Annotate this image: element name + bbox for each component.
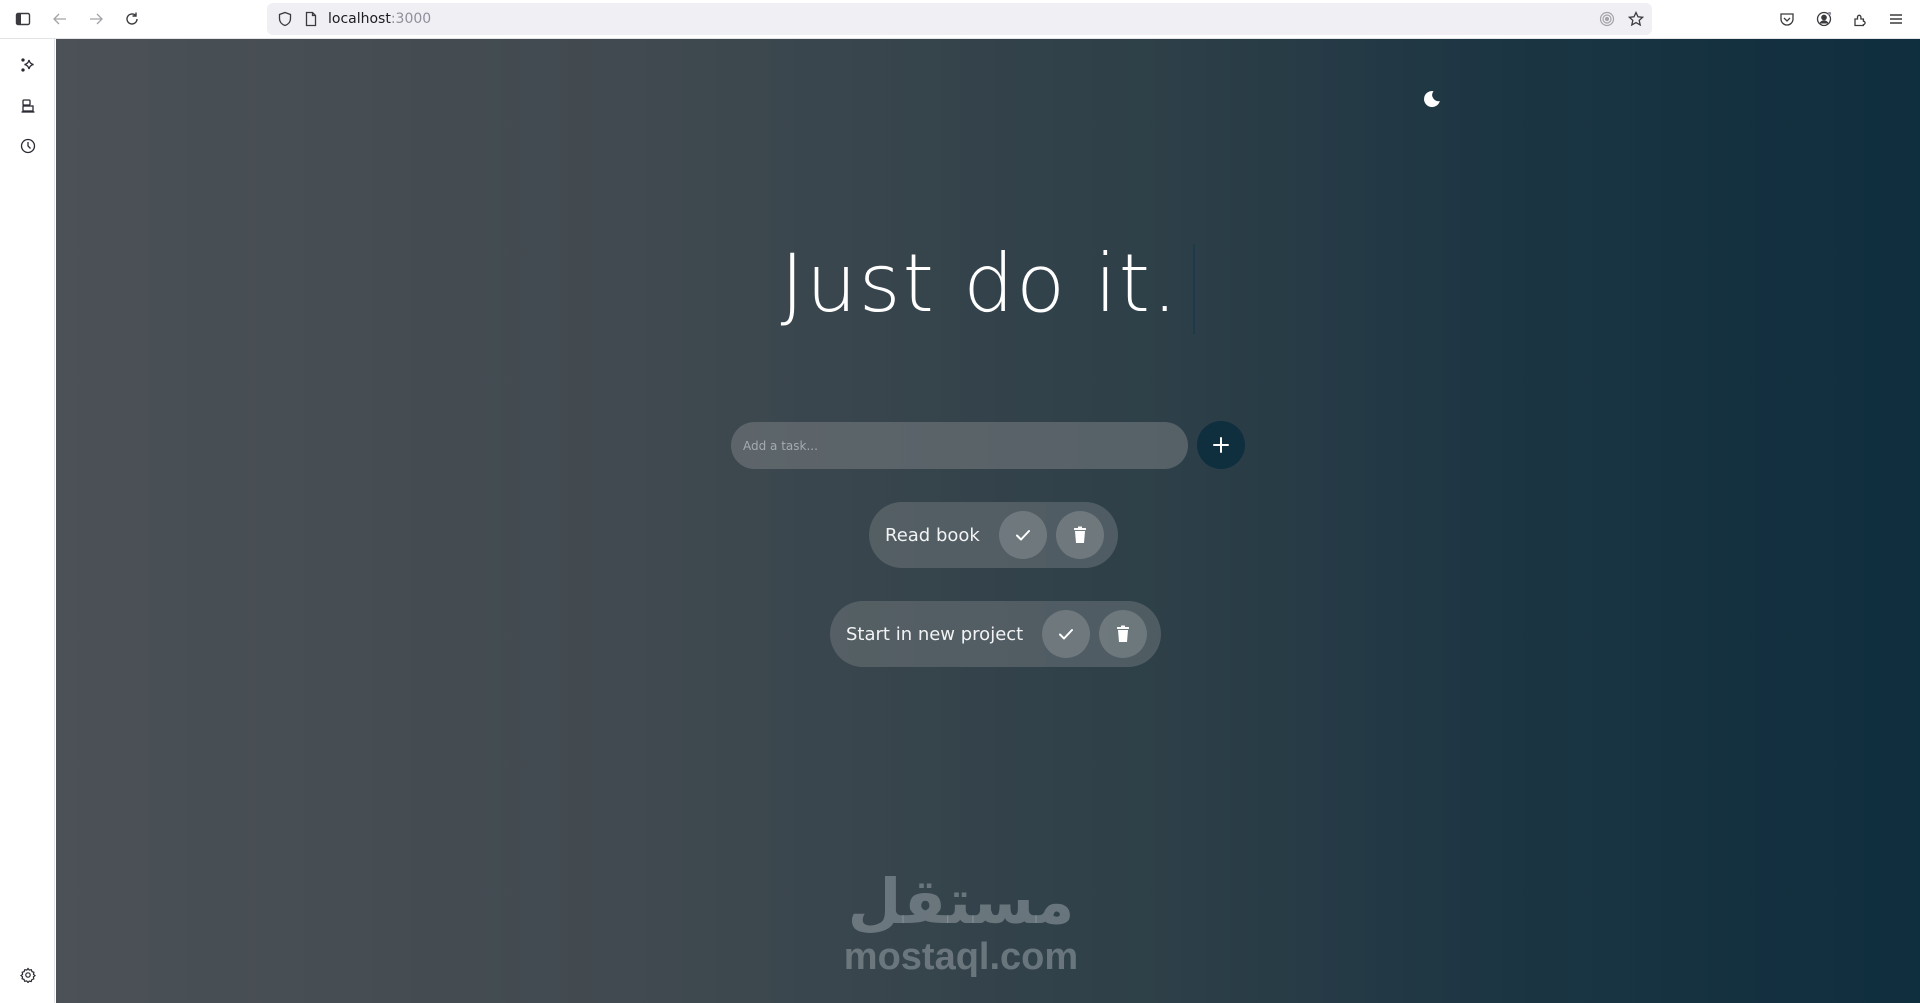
typing-cursor [1193,244,1196,334]
watermark-arabic: مستقل [847,865,1075,938]
add-task-form [731,421,1246,472]
moon-icon [1424,91,1440,108]
bookmark-star-icon[interactable] [1625,8,1647,30]
plus-icon [1213,437,1229,453]
task-label: Start in new project [846,623,1024,645]
trash-icon [1117,625,1130,642]
delete-task-button[interactable] [1055,511,1104,559]
back-icon[interactable] [49,8,71,30]
browser-toolbar: localhost:3000 [0,0,1920,39]
check-icon [1059,629,1074,640]
watermark-latin: mostaql.com [843,936,1079,978]
pocket-icon[interactable] [1776,8,1798,30]
history-icon[interactable] [17,135,39,157]
sidebar-toggle-icon[interactable] [12,8,34,30]
account-icon[interactable] [1813,8,1835,30]
complete-task-button[interactable] [1042,610,1091,658]
task-item: Start in new project [830,601,1162,667]
add-task-button[interactable] [1197,421,1245,469]
trash-icon [1073,526,1086,543]
check-icon [1015,530,1030,541]
app-main: Just do it. Read book Start in new proje… [56,39,1920,1003]
page-icon [300,8,322,30]
settings-icon[interactable] [17,964,39,986]
task-label: Read book [885,524,980,546]
task-input[interactable] [731,422,1188,469]
menu-icon[interactable] [1885,8,1907,30]
forward-icon[interactable] [85,8,107,30]
tracking-icon[interactable] [1596,8,1618,30]
extensions-icon[interactable] [1849,8,1871,30]
task-item: Read book [869,502,1118,568]
complete-task-button[interactable] [998,511,1047,559]
reload-icon[interactable] [121,8,143,30]
title-text: Just do it. [780,237,1180,330]
url-host: localhost [328,11,391,27]
address-bar[interactable]: localhost:3000 [267,3,1652,35]
page-title: Just do it. [56,234,1920,334]
delete-task-button[interactable] [1099,610,1148,658]
url-text[interactable]: localhost:3000 [328,11,431,27]
shield-icon[interactable] [274,8,296,30]
url-port: :3000 [390,11,432,27]
ai-sparkle-icon[interactable] [17,54,39,76]
watermark: مستقل mostaql.com [843,865,1079,978]
browser-sidebar [0,39,55,1003]
synced-tabs-icon[interactable] [17,95,39,117]
theme-toggle-button[interactable] [1421,88,1443,110]
